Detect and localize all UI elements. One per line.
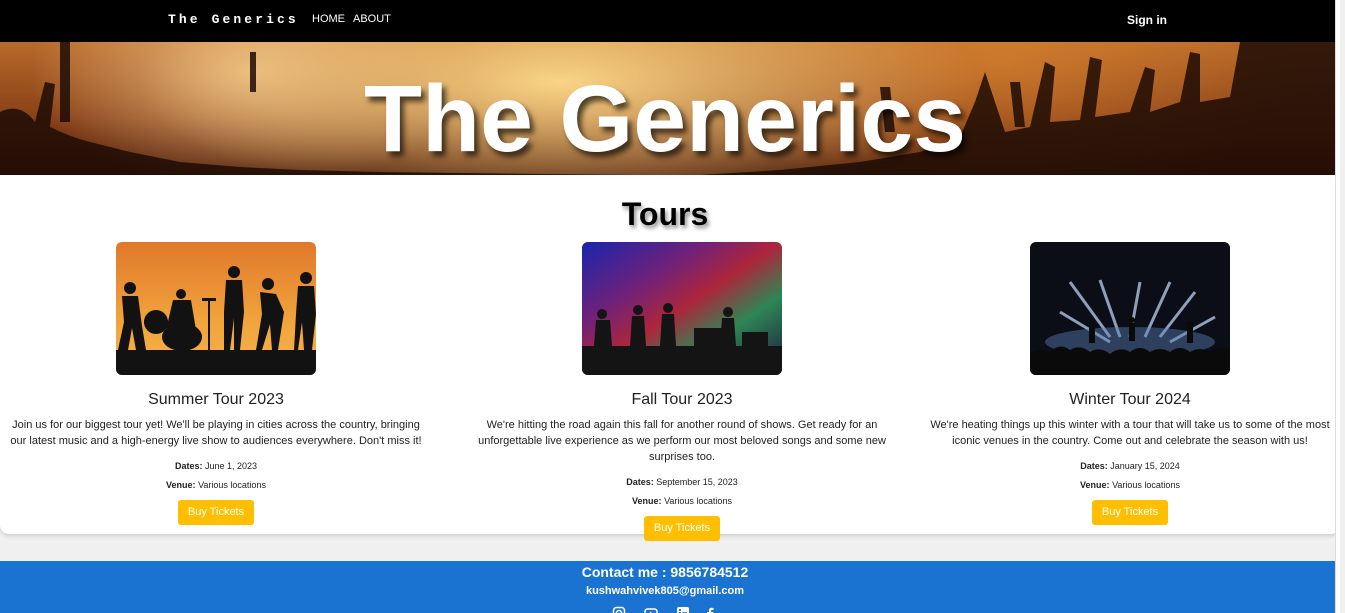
dates-label: Dates:: [174, 461, 203, 471]
tours-heading: Tours: [621, 196, 709, 232]
tours-section: Tours Summer Tour 2023 Join us for our b…: [0, 175, 1340, 541]
tour-title: Fall Tour 2023: [631, 391, 733, 408]
dates-value: June 1, 2023: [204, 461, 258, 471]
tour-card-fall: Fall Tour 2023 We're hitting the road ag…: [472, 242, 892, 541]
venue-value: Various locations: [1112, 480, 1180, 490]
venue-value: Various locations: [664, 496, 732, 506]
scrollbar-track[interactable]: [1335, 0, 1340, 613]
tour-description: We're heating things up this winter with…: [930, 419, 1330, 447]
dates-value: January 15, 2024: [1110, 461, 1180, 471]
venue-label: Venue:: [1080, 480, 1110, 490]
venue-value: Various locations: [198, 480, 266, 490]
dates-value: September 15, 2023: [656, 477, 738, 487]
instagram-icon[interactable]: [612, 606, 626, 613]
brand-logo[interactable]: The Generics: [168, 12, 299, 27]
tour-card-winter: Winter Tour 2024 We're heating things up…: [920, 242, 1340, 525]
tour-title: Summer Tour 2023: [148, 391, 284, 408]
venue-label: Venue:: [632, 496, 662, 506]
contact-email[interactable]: kushwahvivek805@gmail.com: [0, 585, 1330, 597]
tour-dates: Dates: June 1, 2023: [6, 461, 426, 471]
hero-title: The Generics: [364, 66, 966, 172]
tour-venue: Venue: Various locations: [6, 480, 426, 490]
tour-dates: Dates: January 15, 2024: [920, 461, 1340, 471]
summer-tour-image: [116, 242, 316, 375]
facebook-icon[interactable]: [703, 606, 717, 613]
dates-label: Dates:: [1080, 461, 1108, 471]
tour-title: Winter Tour 2024: [1069, 391, 1191, 408]
winter-tour-image: [1030, 242, 1230, 375]
fall-tour-image: [582, 242, 782, 375]
buy-tickets-button[interactable]: Buy Tickets: [644, 516, 720, 541]
hero-banner: The Generics: [0, 42, 1340, 175]
tour-dates: Dates: September 15, 2023: [472, 477, 892, 487]
buy-tickets-button[interactable]: Buy Tickets: [178, 500, 254, 525]
buy-tickets-button[interactable]: Buy Tickets: [1092, 500, 1168, 525]
tour-card-summer: Summer Tour 2023 Join us for our biggest…: [6, 242, 426, 525]
top-navbar: The Generics HOME ABOUT Sign in: [0, 0, 1340, 42]
tour-description: Join us for our biggest tour yet! We'll …: [10, 419, 422, 447]
nav-about-link[interactable]: ABOUT: [353, 13, 391, 25]
tour-description: We're hitting the road again this fall f…: [478, 419, 886, 463]
footer: Contact me : 9856784512 kushwahvivek805@…: [0, 561, 1340, 613]
dates-label: Dates:: [626, 477, 654, 487]
nav-home-link[interactable]: HOME: [312, 13, 345, 25]
tour-venue: Venue: Various locations: [472, 496, 892, 506]
sign-in-link[interactable]: Sign in: [1127, 13, 1167, 27]
venue-label: Venue:: [166, 480, 196, 490]
linkedin-icon[interactable]: [676, 606, 690, 613]
page: The Generics HOME ABOUT Sign in The Gene…: [0, 0, 1340, 613]
tour-venue: Venue: Various locations: [920, 480, 1340, 490]
contact-phone: Contact me : 9856784512: [581, 564, 749, 580]
youtube-icon[interactable]: [644, 606, 658, 613]
